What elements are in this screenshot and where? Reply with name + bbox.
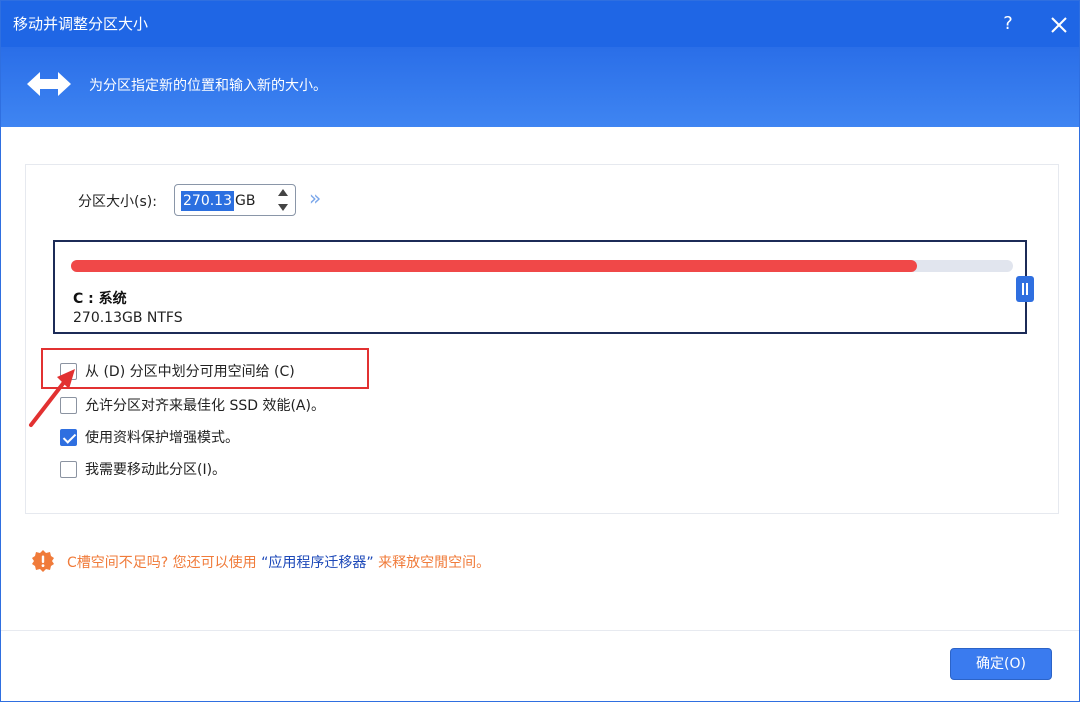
partition-usage-bar xyxy=(71,260,1013,272)
banner-instruction: 为分区指定新的位置和输入新的大小。 xyxy=(89,78,327,94)
data-protection-checkbox[interactable] xyxy=(60,428,77,446)
tip-text-prefix: C槽空间不足吗? 您还可以使用 xyxy=(67,555,257,571)
data-protection-label: 使用资料保护增强模式。 xyxy=(85,430,239,446)
partition-info: 270.13GB NTFS xyxy=(73,310,183,326)
option-move-partition[interactable]: 我需要移动此分区(I)。 xyxy=(60,459,226,479)
partition-name: C : 系统 xyxy=(73,291,127,307)
ok-button[interactable]: 确定(O) xyxy=(950,648,1052,680)
footer-divider xyxy=(1,630,1079,631)
option-data-protection[interactable]: 使用资料保护增强模式。 xyxy=(60,427,239,447)
partition-size-value[interactable]: 270.13 xyxy=(181,191,234,211)
dialog-window: 移动并调整分区大小 ? 为分区指定新的位置和输入新的大小。 分区大小(s): 2… xyxy=(0,0,1080,702)
app-migrator-link[interactable]: “应用程序迁移器” xyxy=(261,555,374,571)
tip-text-suffix: 来释放空閒空间。 xyxy=(378,555,491,571)
close-button[interactable] xyxy=(1045,9,1073,39)
expand-button[interactable]: » xyxy=(309,186,321,210)
option-ssd-align[interactable]: 允许分区对齐来最佳化 SSD 效能(A)。 xyxy=(60,395,325,415)
partition-used-fill xyxy=(71,260,917,272)
gear-warning-icon xyxy=(32,550,54,572)
close-icon xyxy=(1051,17,1067,33)
partition-size-label: 分区大小(s): xyxy=(78,194,157,210)
annotation-arrow-icon xyxy=(29,369,75,427)
partition-size-input[interactable]: 270.13 GB xyxy=(174,184,296,216)
allocate-free-space-label: 从 (D) 分区中划分可用空间给 (C) xyxy=(85,364,295,380)
move-partition-checkbox[interactable] xyxy=(60,460,77,478)
title-bar[interactable]: 移动并调整分区大小 ? xyxy=(1,1,1079,47)
header-banner: 为分区指定新的位置和输入新的大小。 xyxy=(1,47,1079,127)
partition-map[interactable]: C : 系统 270.13GB NTFS xyxy=(53,240,1027,334)
spin-up-icon[interactable] xyxy=(278,189,288,196)
spin-down-icon[interactable] xyxy=(278,204,288,211)
resize-handle[interactable] xyxy=(1016,276,1034,302)
help-button[interactable]: ? xyxy=(995,9,1021,39)
option-allocate-free-space[interactable]: 从 (D) 分区中划分可用空间给 (C) xyxy=(60,361,295,381)
move-partition-label: 我需要移动此分区(I)。 xyxy=(85,462,227,478)
window-title: 移动并调整分区大小 xyxy=(13,15,149,33)
ssd-align-label: 允许分区对齐来最佳化 SSD 效能(A)。 xyxy=(85,398,325,414)
partition-size-unit: GB xyxy=(235,193,256,209)
space-tip: C槽空间不足吗? 您还可以使用 “应用程序迁移器” 来释放空閒空间。 xyxy=(67,552,490,572)
double-arrow-icon xyxy=(27,72,71,96)
